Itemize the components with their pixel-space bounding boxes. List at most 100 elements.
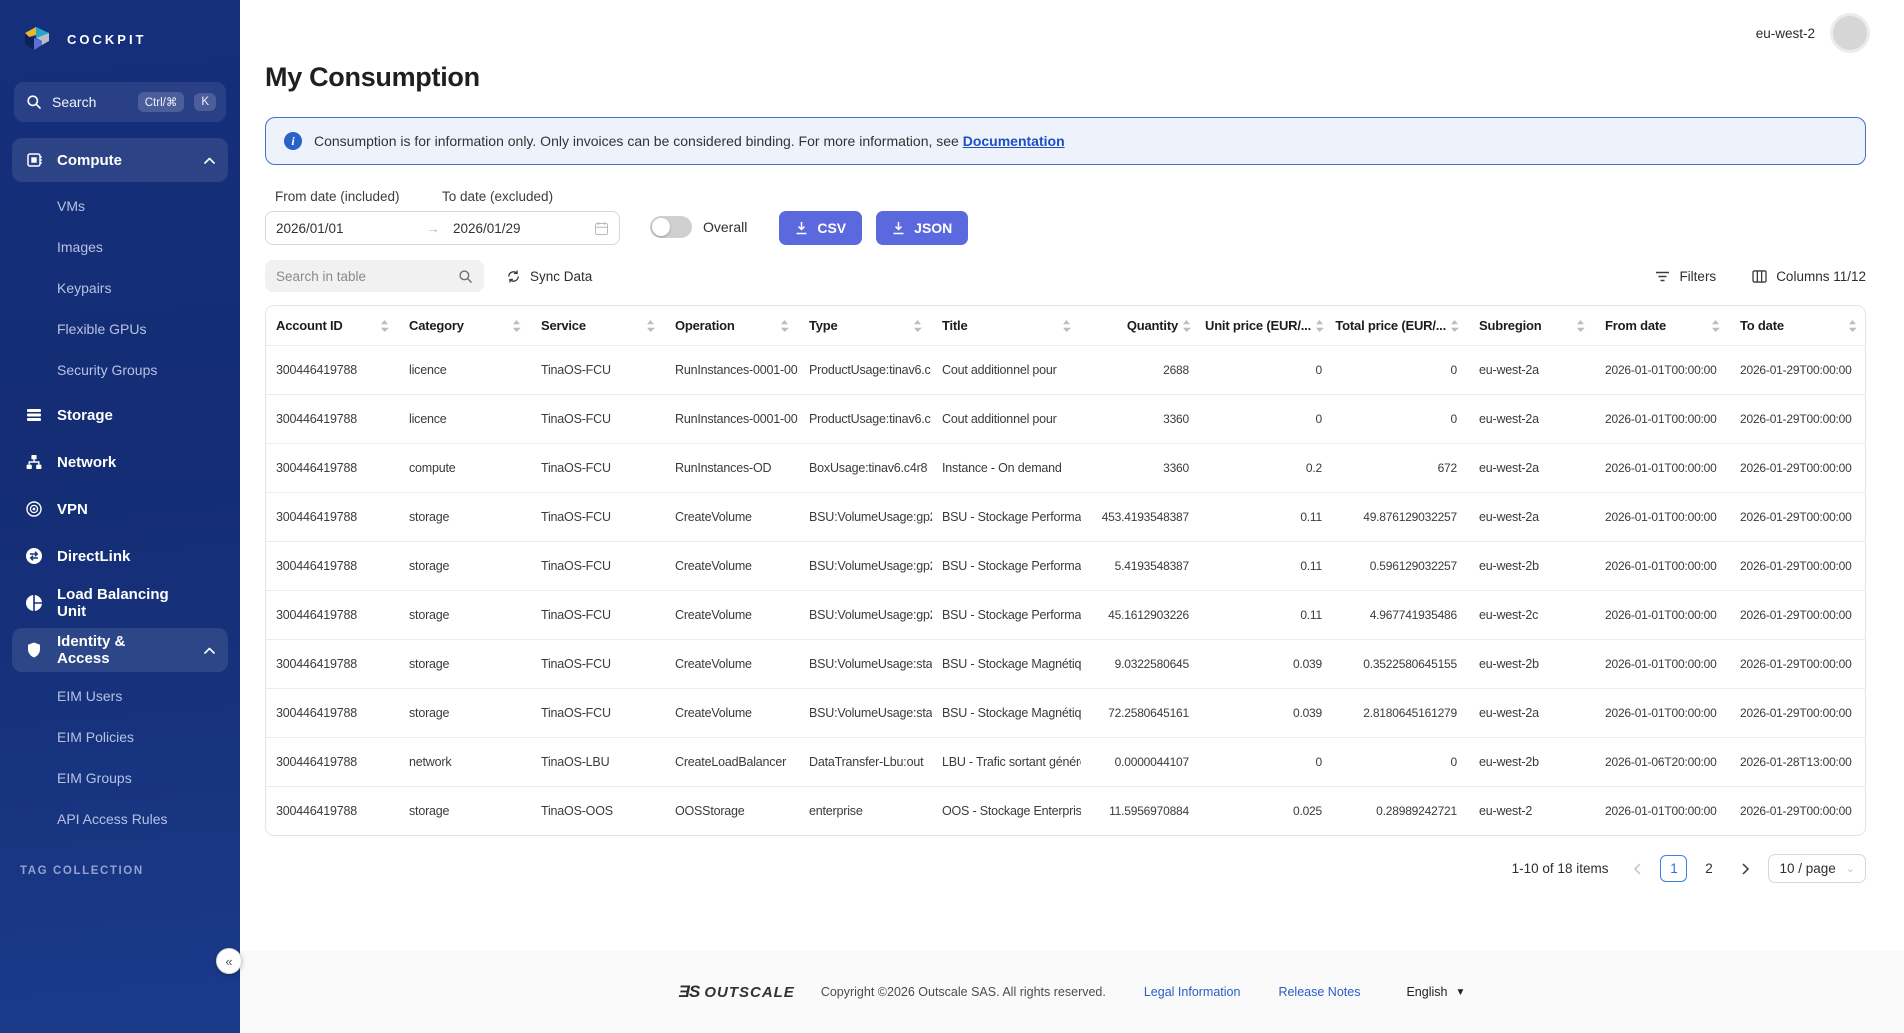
range-arrow-icon: → bbox=[426, 221, 453, 236]
column-header-title[interactable]: Title bbox=[932, 306, 1081, 346]
cell-account-id: 300446419788 bbox=[266, 493, 399, 542]
cell-total-price: 0.3522580645155 bbox=[1334, 640, 1469, 689]
export-csv-button[interactable]: CSV bbox=[779, 211, 862, 245]
cell-service: TinaOS-FCU bbox=[531, 640, 665, 689]
cell-quantity: 45.1612903226 bbox=[1081, 591, 1201, 640]
sidebar-item-compute[interactable]: Compute bbox=[12, 138, 228, 182]
shortcut-mod-badge: Ctrl/⌘ bbox=[138, 92, 185, 112]
sidebar-item-eim-users[interactable]: EIM Users bbox=[0, 675, 240, 716]
sort-icon bbox=[1450, 319, 1459, 333]
sidebar-item-load-balancing-unit[interactable]: Load Balancing Unit bbox=[12, 581, 228, 625]
cell-quantity: 9.0322580645 bbox=[1081, 640, 1201, 689]
column-header-to-date[interactable]: To date bbox=[1730, 306, 1866, 346]
column-header-from-date[interactable]: From date bbox=[1595, 306, 1730, 346]
sidebar-item-images[interactable]: Images bbox=[0, 226, 240, 267]
page-size-select[interactable]: 10 / page ⌄ bbox=[1768, 854, 1866, 883]
columns-button[interactable]: Columns 11/12 bbox=[1752, 269, 1866, 284]
cell-service: TinaOS-FCU bbox=[531, 444, 665, 493]
cell-to-date: 2026-01-29T00:00:00 bbox=[1730, 591, 1866, 640]
legal-information-link[interactable]: Legal Information bbox=[1144, 985, 1241, 999]
table-row: 300446419788storageTinaOS-FCUCreateVolum… bbox=[266, 640, 1866, 689]
table-header-row: Account IDCategoryServiceOperationTypeTi… bbox=[266, 306, 1866, 346]
column-header-type[interactable]: Type bbox=[799, 306, 932, 346]
cell-type: BSU:VolumeUsage:gp2 bbox=[799, 542, 932, 591]
sync-data-button[interactable]: Sync Data bbox=[506, 269, 592, 284]
sort-icon bbox=[1182, 319, 1191, 333]
cell-to-date: 2026-01-29T00:00:00 bbox=[1730, 346, 1866, 395]
sidebar-item-network[interactable]: Network bbox=[12, 440, 228, 484]
sidebar-item-vms[interactable]: VMs bbox=[0, 185, 240, 226]
cell-from-date: 2026-01-01T00:00:00 bbox=[1595, 493, 1730, 542]
cell-operation: CreateVolume bbox=[665, 591, 799, 640]
sidebar-item-directlink[interactable]: DirectLink bbox=[12, 534, 228, 578]
cell-quantity: 72.2580645161 bbox=[1081, 689, 1201, 738]
region-selector[interactable]: eu-west-2 bbox=[1756, 26, 1815, 41]
sidebar-search[interactable]: Search Ctrl/⌘ K bbox=[14, 82, 226, 122]
language-select[interactable]: English ▼ bbox=[1406, 985, 1465, 999]
info-banner: i Consumption is for information only. O… bbox=[265, 117, 1866, 165]
overall-toggle[interactable] bbox=[650, 216, 692, 238]
table-row: 300446419788storageTinaOS-FCUCreateVolum… bbox=[266, 689, 1866, 738]
compute-icon bbox=[25, 151, 43, 169]
cell-category: storage bbox=[399, 542, 531, 591]
sidebar-item-storage[interactable]: Storage bbox=[12, 393, 228, 437]
page-button-1[interactable]: 1 bbox=[1660, 855, 1687, 882]
to-date-value[interactable]: 2026/01/29 bbox=[453, 221, 594, 236]
network-icon bbox=[25, 453, 43, 471]
table-row: 300446419788storageTinaOS-OOSOOSStoragee… bbox=[266, 787, 1866, 836]
column-header-subregion[interactable]: Subregion bbox=[1469, 306, 1595, 346]
shortcut-key-badge: K bbox=[194, 93, 216, 111]
column-header-quantity[interactable]: Quantity bbox=[1081, 306, 1201, 346]
sidebar-item-api-access-rules[interactable]: API Access Rules bbox=[0, 798, 240, 839]
storage-icon bbox=[25, 406, 43, 424]
column-header-service[interactable]: Service bbox=[531, 306, 665, 346]
cell-from-date: 2026-01-01T00:00:00 bbox=[1595, 542, 1730, 591]
avatar[interactable] bbox=[1830, 13, 1870, 53]
column-header-total-price[interactable]: Total price (EUR/... bbox=[1334, 306, 1469, 346]
sidebar-item-security-groups[interactable]: Security Groups bbox=[0, 349, 240, 390]
cell-category: licence bbox=[399, 346, 531, 395]
sidebar-item-keypairs[interactable]: Keypairs bbox=[0, 267, 240, 308]
overall-toggle-block: Overall bbox=[650, 216, 747, 238]
filters-button[interactable]: Filters bbox=[1655, 269, 1716, 284]
column-header-operation[interactable]: Operation bbox=[665, 306, 799, 346]
sidebar-collapse-button[interactable]: « bbox=[216, 948, 242, 974]
brand-name: COCKPIT bbox=[67, 32, 147, 47]
sort-icon bbox=[1848, 319, 1857, 333]
from-date-label: From date (included) bbox=[265, 189, 442, 204]
sidebar-item-vpn[interactable]: VPN bbox=[12, 487, 228, 531]
cell-type: BSU:VolumeUsage:standard bbox=[799, 640, 932, 689]
cell-subregion: eu-west-2a bbox=[1469, 689, 1595, 738]
export-json-button[interactable]: JSON bbox=[876, 211, 968, 245]
column-header-account-id[interactable]: Account ID bbox=[266, 306, 399, 346]
cell-type: BSU:VolumeUsage:gp2 bbox=[799, 591, 932, 640]
column-header-unit-price[interactable]: Unit price (EUR/... bbox=[1201, 306, 1334, 346]
sidebar-item-eim-policies[interactable]: EIM Policies bbox=[0, 716, 240, 757]
date-range-input[interactable]: 2026/01/01 → 2026/01/29 bbox=[265, 211, 620, 245]
sidebar-item-identity-access[interactable]: Identity & Access bbox=[12, 628, 228, 672]
cell-quantity: 453.4193548387 bbox=[1081, 493, 1201, 542]
prev-page-button[interactable] bbox=[1624, 856, 1650, 882]
cell-service: TinaOS-OOS bbox=[531, 787, 665, 836]
cell-to-date: 2026-01-29T00:00:00 bbox=[1730, 395, 1866, 444]
cell-type: BoxUsage:tinav6.c4r8 bbox=[799, 444, 932, 493]
sidebar-item-flexible-gpus[interactable]: Flexible GPUs bbox=[0, 308, 240, 349]
table-search[interactable] bbox=[265, 260, 484, 292]
page-button-2[interactable]: 2 bbox=[1695, 855, 1722, 882]
app-root: COCKPIT Search Ctrl/⌘ K ComputeVMsImages… bbox=[0, 0, 1904, 1033]
table-search-input[interactable] bbox=[276, 269, 458, 284]
next-page-button[interactable] bbox=[1732, 856, 1758, 882]
cell-total-price: 49.876129032257 bbox=[1334, 493, 1469, 542]
column-header-category[interactable]: Category bbox=[399, 306, 531, 346]
sidebar-item-eim-groups[interactable]: EIM Groups bbox=[0, 757, 240, 798]
tag-collection-label[interactable]: TAG COLLECTION bbox=[20, 865, 240, 877]
cell-to-date: 2026-01-29T00:00:00 bbox=[1730, 493, 1866, 542]
cell-unit-price: 0.039 bbox=[1201, 689, 1334, 738]
directlink-icon bbox=[25, 547, 43, 565]
cell-subregion: eu-west-2a bbox=[1469, 346, 1595, 395]
table-row: 300446419788storageTinaOS-FCUCreateVolum… bbox=[266, 493, 1866, 542]
cell-operation: CreateVolume bbox=[665, 640, 799, 689]
release-notes-link[interactable]: Release Notes bbox=[1278, 985, 1360, 999]
documentation-link[interactable]: Documentation bbox=[963, 133, 1065, 149]
from-date-value[interactable]: 2026/01/01 bbox=[276, 221, 426, 236]
